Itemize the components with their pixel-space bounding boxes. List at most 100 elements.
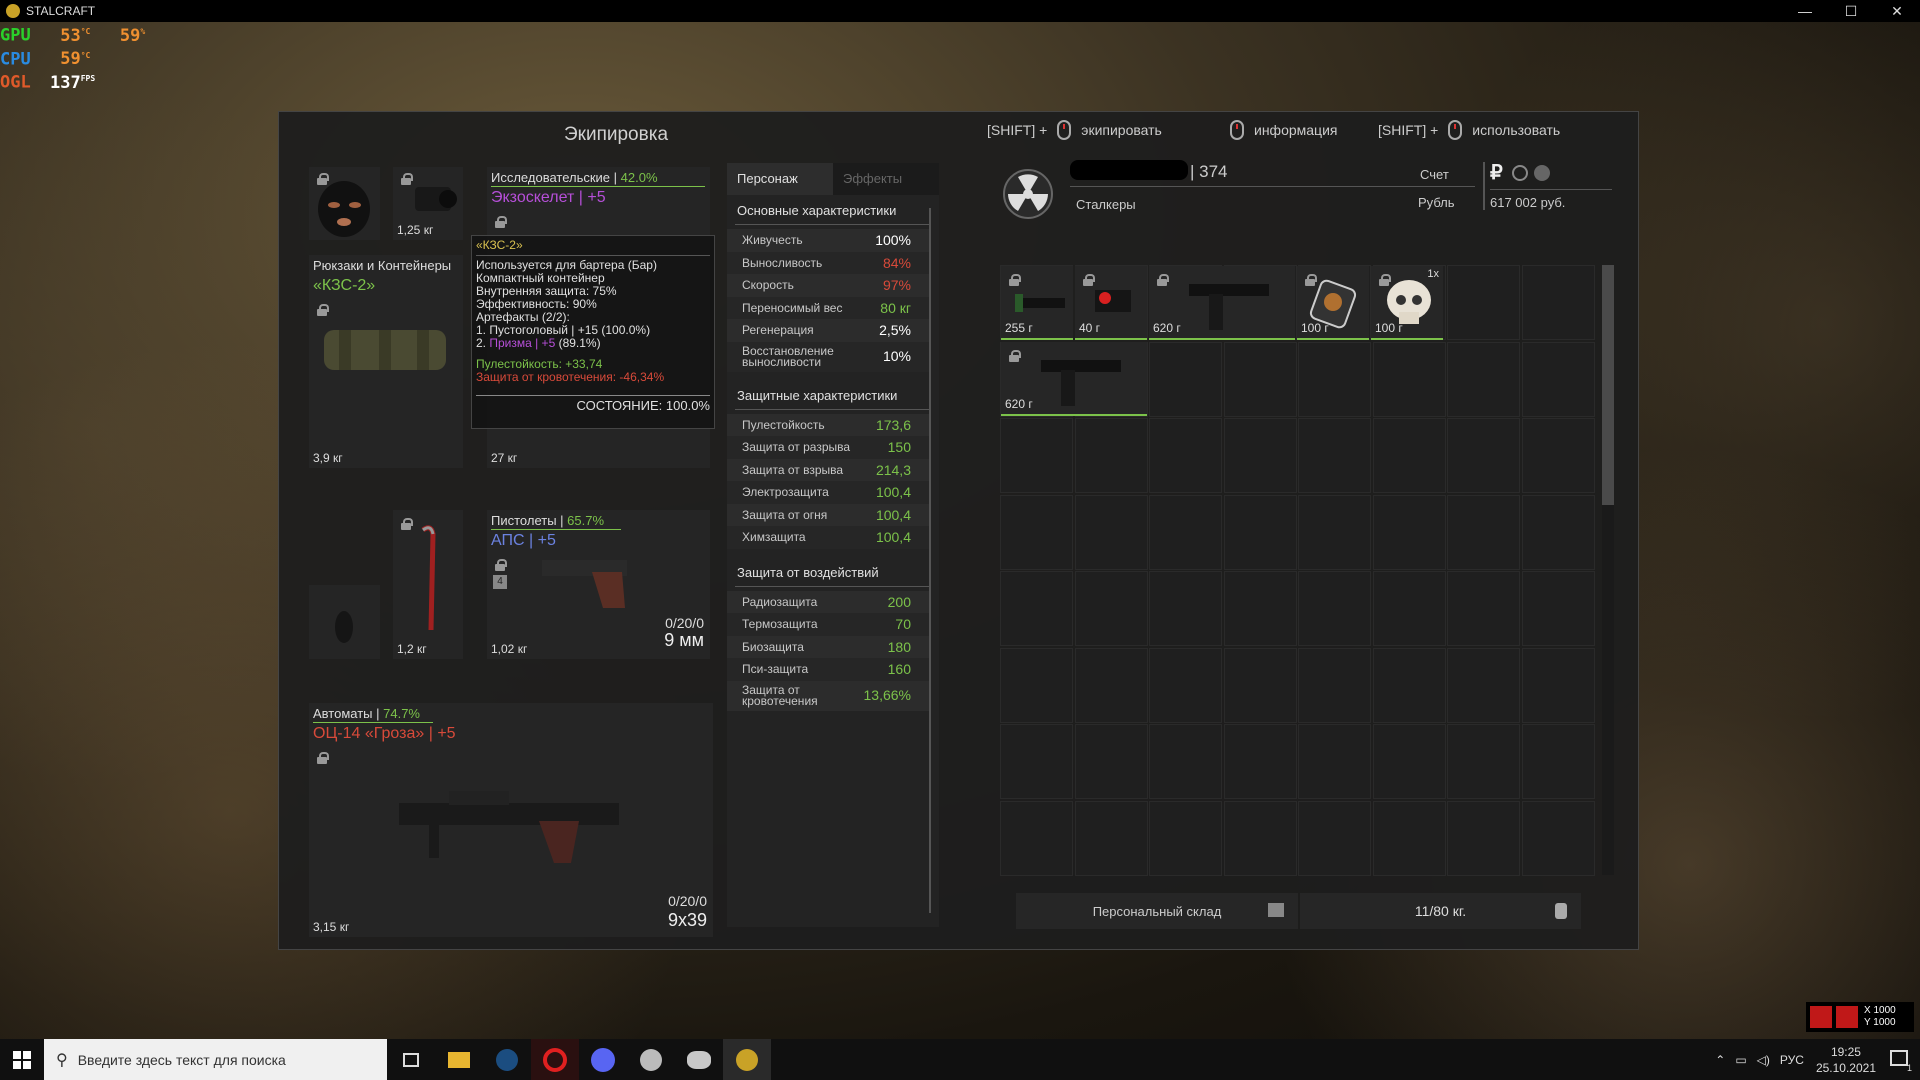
inventory-cell[interactable]: [1074, 724, 1148, 799]
inventory-cell[interactable]: [1521, 647, 1595, 723]
inventory-cell[interactable]: [1447, 418, 1520, 493]
inventory-cell[interactable]: [1298, 418, 1371, 493]
inventory-cell[interactable]: [1447, 724, 1520, 799]
taskbar-search-input[interactable]: ⚲ Введите здесь текст для поиска: [44, 1039, 387, 1080]
inventory-cell[interactable]: [1000, 571, 1073, 646]
inventory-cell[interactable]: [1223, 418, 1297, 493]
tab-character[interactable]: Персонаж: [727, 163, 833, 195]
steam-button[interactable]: [483, 1039, 531, 1080]
network-icon[interactable]: ▭: [1735, 1053, 1746, 1067]
backpack-slot[interactable]: Рюкзаки и Контейнеры «КЗС-2» 3,9 кг: [309, 255, 463, 468]
opera-button[interactable]: [531, 1039, 579, 1080]
inventory-cell[interactable]: [1149, 341, 1222, 417]
inventory-scrollbar[interactable]: [1602, 265, 1614, 875]
stalcraft-taskbar-button[interactable]: [723, 1039, 771, 1080]
inventory-item-reddot[interactable]: 40 г: [1075, 266, 1147, 340]
tool-slot[interactable]: 1,2 кг: [393, 510, 463, 659]
clock[interactable]: 19:25 25.10.2021: [1816, 1044, 1876, 1076]
start-button[interactable]: [0, 1039, 44, 1080]
inventory-cell[interactable]: [1521, 724, 1595, 799]
language-indicator[interactable]: РУС: [1780, 1053, 1804, 1067]
inventory-cell[interactable]: [1447, 647, 1520, 723]
inventory-cell[interactable]: [1149, 800, 1222, 876]
personal-storage-button[interactable]: Персональный склад: [1016, 893, 1298, 929]
inventory-cell[interactable]: [1372, 494, 1446, 570]
inventory-cell[interactable]: [1372, 647, 1446, 723]
inventory-cell[interactable]: [1521, 341, 1595, 417]
ruble-icon[interactable]: ₽: [1490, 160, 1503, 185]
notification-button[interactable]: 1: [1890, 1050, 1912, 1073]
inventory-cell[interactable]: [1521, 800, 1595, 876]
inventory-item-artifact[interactable]: 100 г: [1297, 266, 1369, 340]
launcher-button[interactable]: [675, 1039, 723, 1080]
inventory-cell[interactable]: [1298, 494, 1371, 570]
pistol-slot[interactable]: Пистолеты | 65.7% АПС | +5 4 0/20/0 9 мм…: [487, 510, 710, 659]
inventory-cell[interactable]: [1447, 341, 1520, 417]
gear-icon[interactable]: [1512, 165, 1528, 181]
inventory-cell[interactable]: [1074, 418, 1148, 493]
volume-icon[interactable]: ◁): [1757, 1053, 1770, 1067]
inventory-cell[interactable]: [1447, 571, 1520, 646]
inventory-cell[interactable]: [1000, 494, 1073, 570]
inventory-cell[interactable]: [1298, 724, 1371, 799]
inventory-cell[interactable]: [1223, 571, 1297, 646]
stats-scrollbar[interactable]: [929, 208, 931, 913]
globe-icon[interactable]: [1534, 165, 1550, 181]
inventory-cell[interactable]: [1149, 571, 1222, 646]
inventory-cell[interactable]: [1149, 418, 1222, 493]
explorer-button[interactable]: [435, 1039, 483, 1080]
hint-equip: [SHIFT] + экипировать: [987, 120, 1162, 140]
maximize-button[interactable]: ☐: [1828, 0, 1874, 22]
ogl-label: OGL: [0, 72, 31, 93]
inventory-cell[interactable]: [1074, 494, 1148, 570]
inventory-cell[interactable]: [1000, 800, 1073, 876]
face-slot[interactable]: [309, 167, 380, 240]
inventory-cell[interactable]: [1372, 418, 1446, 493]
inventory-cell[interactable]: [1223, 494, 1297, 570]
inventory-cell[interactable]: [1000, 647, 1073, 723]
inventory-cell[interactable]: [1447, 800, 1520, 876]
inventory-cell[interactable]: [1149, 647, 1222, 723]
inventory-cell[interactable]: [1372, 800, 1446, 876]
inventory-cell[interactable]: [1521, 418, 1595, 493]
inventory-cell[interactable]: [1223, 341, 1297, 417]
inventory-cell[interactable]: [1223, 647, 1297, 723]
inventory-cell[interactable]: [1149, 494, 1222, 570]
inventory-cell[interactable]: [1447, 494, 1520, 570]
inventory-cell[interactable]: [1298, 800, 1371, 876]
inventory-cell[interactable]: [1000, 418, 1073, 493]
inventory-item-launcher[interactable]: 620 г: [1149, 266, 1295, 340]
discord-button[interactable]: [579, 1039, 627, 1080]
inventory-cell[interactable]: [1074, 647, 1148, 723]
close-button[interactable]: ✕: [1874, 0, 1920, 22]
inventory-cell[interactable]: [1298, 647, 1371, 723]
minimize-button[interactable]: —: [1782, 0, 1828, 22]
inventory-cell[interactable]: [1223, 724, 1297, 799]
armor-name: Экзоскелет | +5: [491, 189, 606, 206]
inventory-cell[interactable]: [1074, 800, 1148, 876]
inventory-cell[interactable]: [1223, 800, 1297, 876]
rifle-slot[interactable]: Автоматы | 74.7% ОЦ-14 «Гроза» | +5 0/20…: [309, 703, 713, 937]
device-slot[interactable]: 1,25 кг: [393, 167, 463, 240]
inventory-item-scope[interactable]: 255 г: [1001, 266, 1073, 340]
inventory-cell[interactable]: [1298, 571, 1371, 646]
inventory-cell[interactable]: [1372, 724, 1446, 799]
grenade-slot[interactable]: [309, 585, 380, 659]
inventory-cell[interactable]: [1521, 494, 1595, 570]
inventory-cell[interactable]: [1372, 571, 1446, 646]
inventory-cell[interactable]: [1447, 265, 1520, 340]
inventory-cell[interactable]: [1000, 724, 1073, 799]
chevron-up-icon[interactable]: ⌃: [1715, 1053, 1725, 1067]
app-button[interactable]: [627, 1039, 675, 1080]
task-view-button[interactable]: [387, 1039, 435, 1080]
inventory-cell[interactable]: [1149, 724, 1222, 799]
inventory-item-skull[interactable]: 1x 100 г: [1371, 266, 1443, 340]
inventory-cell[interactable]: [1372, 341, 1446, 417]
scrollbar-thumb[interactable]: [1602, 265, 1614, 505]
inventory-cell[interactable]: [1521, 265, 1595, 340]
inventory-cell[interactable]: [1521, 571, 1595, 646]
tab-effects[interactable]: Эффекты: [833, 163, 939, 195]
inventory-cell[interactable]: [1074, 571, 1148, 646]
inventory-item-launcher-2[interactable]: 620 г: [1001, 342, 1147, 416]
inventory-cell[interactable]: [1298, 341, 1371, 417]
